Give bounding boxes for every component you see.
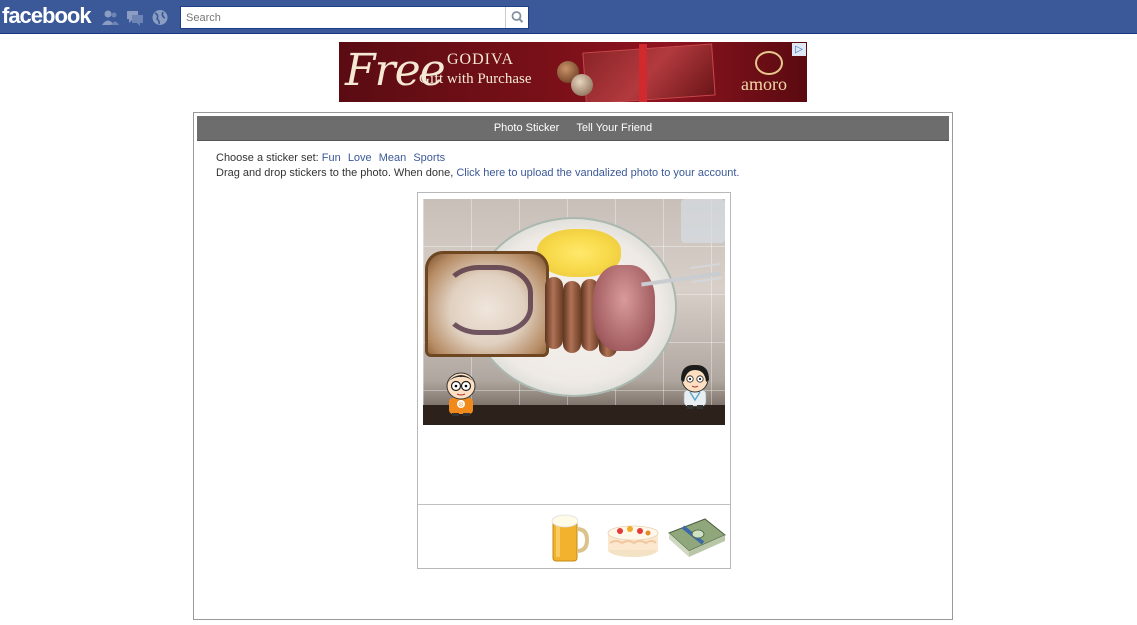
- search-icon: [511, 11, 524, 23]
- top-bar: facebook: [0, 0, 1137, 34]
- photo-sticker-app: Photo Sticker Tell Your Friend Choose a …: [193, 112, 953, 620]
- chocolate-box-image: [582, 43, 716, 102]
- sticker-set-row: Choose a sticker set: Fun Love Mean Spor…: [216, 151, 739, 166]
- sticker-editor: ☮: [417, 192, 731, 569]
- sausage-image: [563, 281, 581, 353]
- money-stack-sticker[interactable]: [667, 513, 727, 559]
- sticker-set-sports[interactable]: Sports: [413, 152, 445, 164]
- notifications-globe-icon[interactable]: [151, 9, 169, 26]
- sticker-set-love[interactable]: Love: [348, 152, 372, 164]
- sticker-set-fun[interactable]: Fun: [322, 152, 341, 164]
- godiva-ad-banner[interactable]: Free GODIVA Gift with Purchase amoro ▷: [339, 42, 807, 102]
- cartoon-girl-sticker[interactable]: [678, 364, 712, 410]
- sticker-set-prompt: Choose a sticker set:: [216, 152, 319, 164]
- messages-icon[interactable]: [126, 9, 144, 26]
- nav-tell-your-friend[interactable]: Tell Your Friend: [576, 116, 652, 141]
- sticker-tray: [423, 505, 727, 567]
- ad-brand: GODIVA: [447, 51, 515, 68]
- beer-mug-sticker[interactable]: [549, 513, 589, 563]
- cartoon-boy-sticker[interactable]: ☮: [444, 371, 478, 417]
- sticker-set-mean[interactable]: Mean: [379, 152, 407, 164]
- app-nav: Photo Sticker Tell Your Friend: [197, 116, 949, 141]
- facebook-logo[interactable]: facebook: [2, 3, 92, 29]
- truffle-image: [571, 74, 593, 96]
- search-input[interactable]: [181, 7, 506, 28]
- sausage-image: [545, 277, 563, 349]
- search-button[interactable]: [505, 7, 528, 28]
- drag-instruction-row: Drag and drop stickers to the photo. Whe…: [216, 166, 739, 181]
- glass-image: [681, 199, 725, 243]
- svg-text:☮: ☮: [458, 402, 463, 409]
- photo-canvas[interactable]: ☮: [418, 193, 730, 505]
- search-box: [180, 6, 529, 29]
- ham-image: [593, 265, 655, 351]
- nav-photo-sticker[interactable]: Photo Sticker: [494, 116, 559, 141]
- ribbon-image: [639, 44, 647, 102]
- ad-offer: Gift with Purchase: [419, 71, 532, 87]
- upload-photo-link[interactable]: Click here to upload the vandalized phot…: [456, 167, 739, 179]
- birthday-cake-sticker[interactable]: [606, 515, 660, 559]
- breakfast-photo: ☮: [423, 199, 725, 425]
- amoro-logo-icon: [755, 51, 783, 75]
- drag-instruction-text: Drag and drop stickers to the photo. Whe…: [216, 167, 454, 179]
- ad-advertiser: amoro: [741, 74, 787, 94]
- friend-requests-icon[interactable]: [101, 9, 119, 26]
- instructions: Choose a sticker set: Fun Love Mean Spor…: [216, 151, 739, 181]
- ad-choices-icon[interactable]: ▷: [792, 43, 806, 56]
